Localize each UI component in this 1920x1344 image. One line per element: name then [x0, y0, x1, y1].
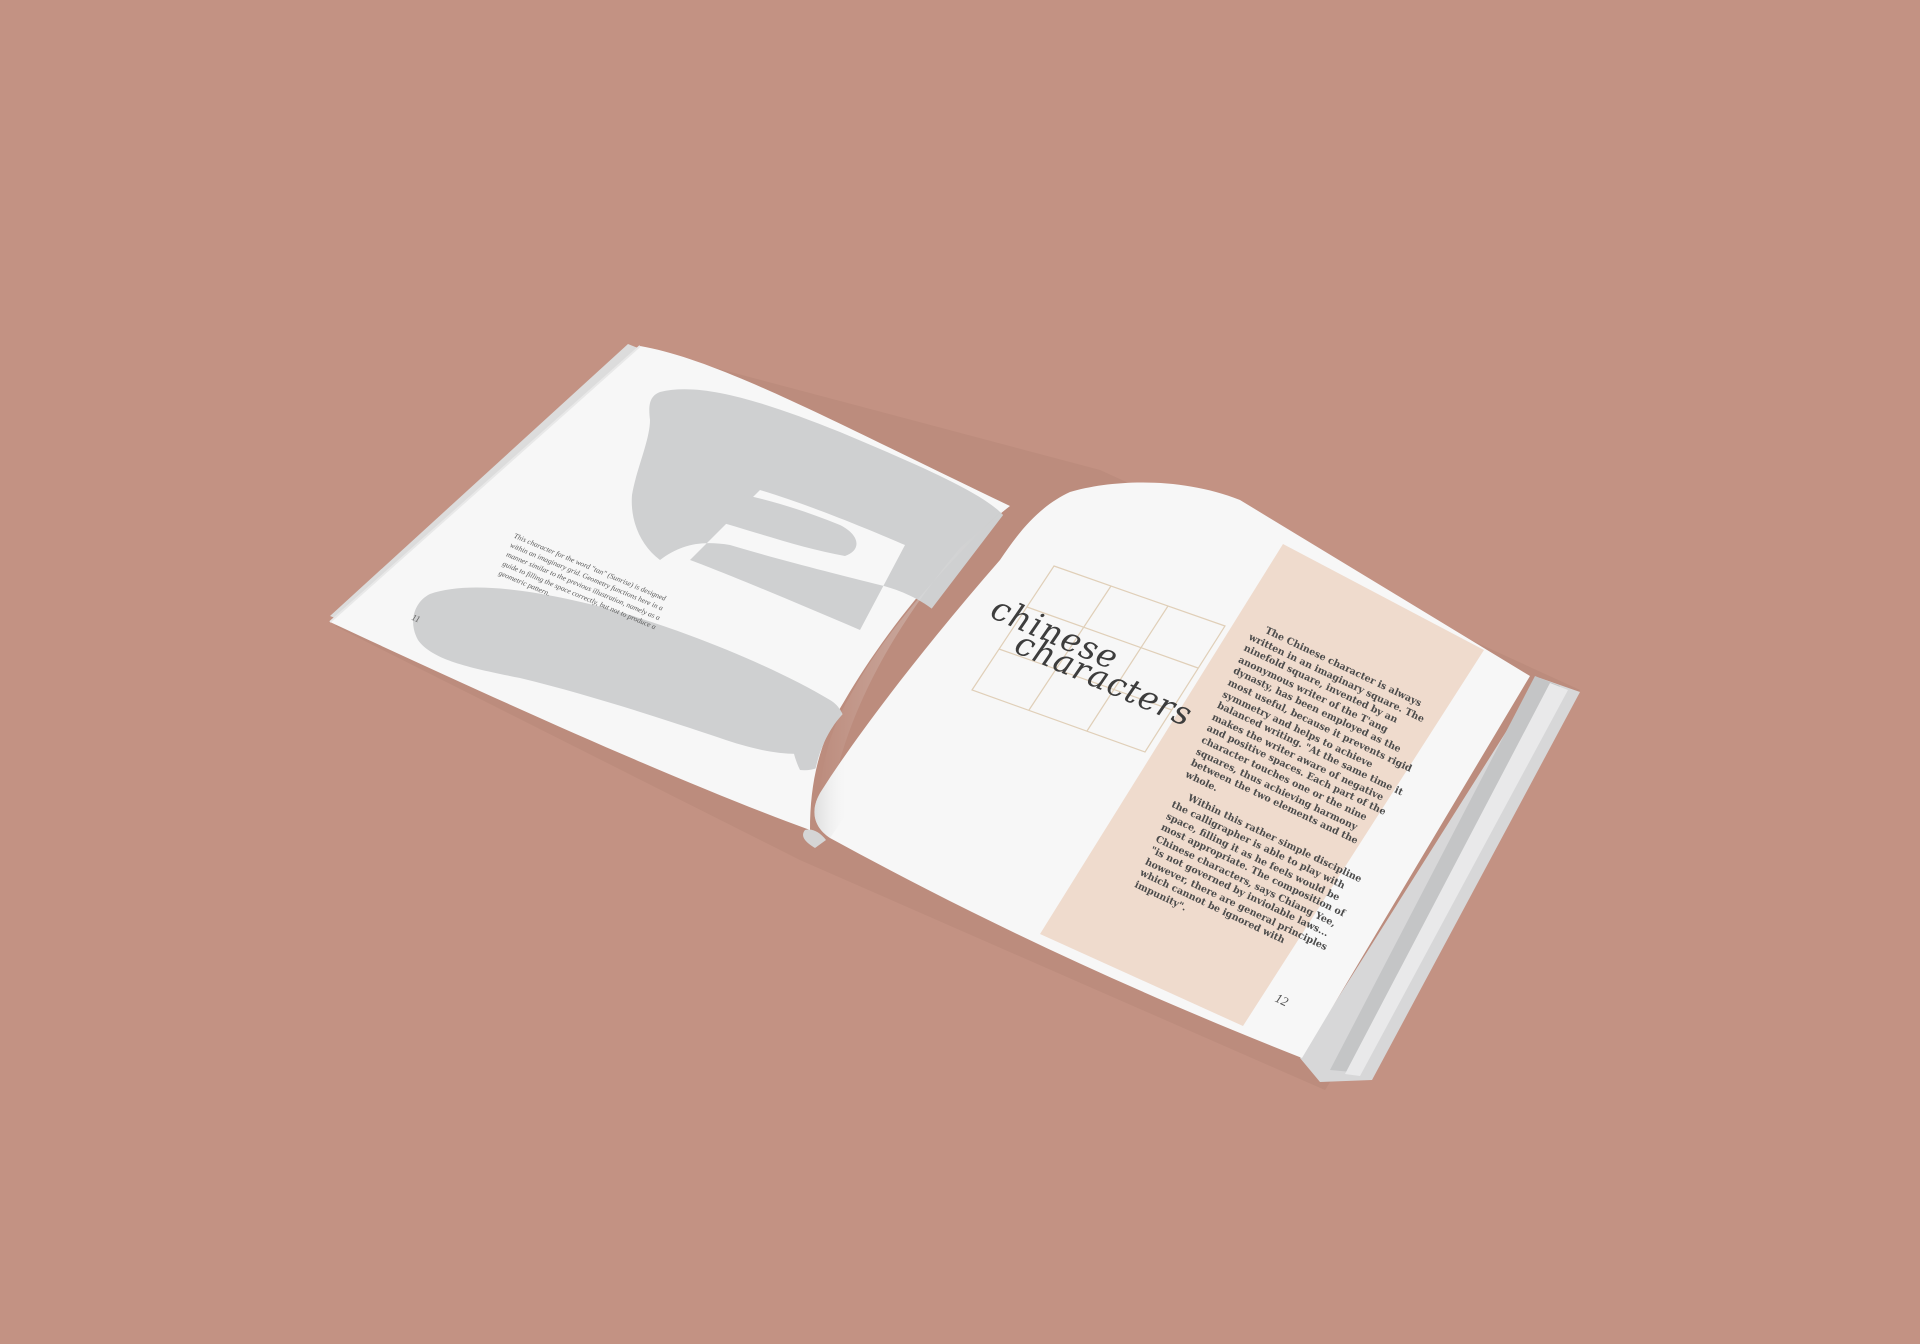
book-mockup-scene	[329, 344, 1580, 1090]
